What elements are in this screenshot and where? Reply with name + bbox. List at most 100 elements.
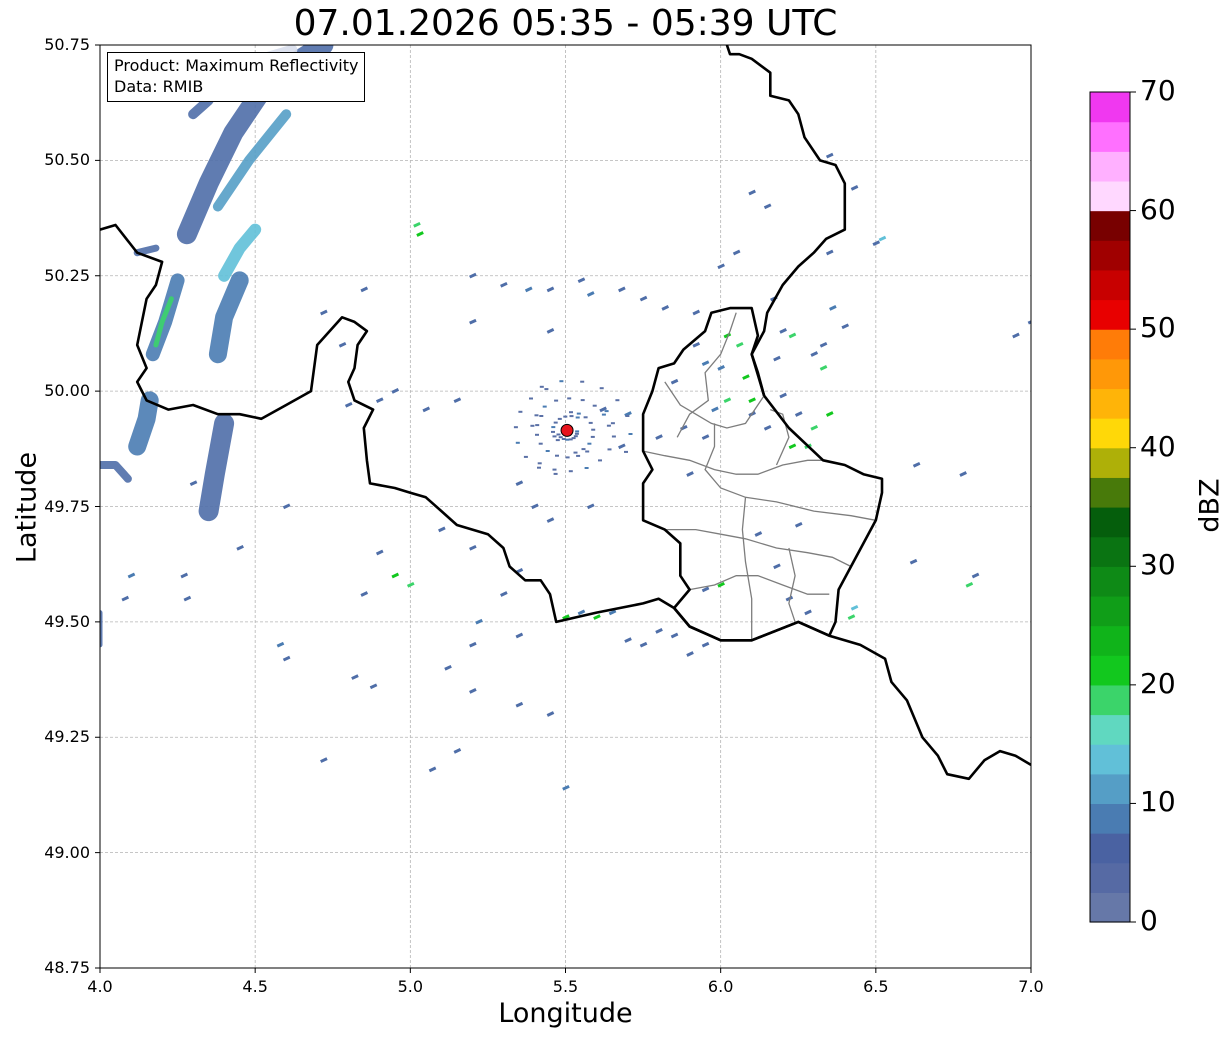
- colorbar-swatch: [1090, 240, 1130, 271]
- colorbar-swatch: [1090, 862, 1130, 893]
- x-tick-label: 4.0: [87, 977, 113, 996]
- clutter-cell: [604, 410, 609, 413]
- clutter-cell: [565, 438, 570, 441]
- clutter-cell: [575, 430, 580, 433]
- colorbar-swatch: [1090, 536, 1130, 567]
- clutter-cell: [551, 426, 556, 429]
- clutter-cell: [599, 387, 604, 390]
- clutter-cell: [607, 448, 612, 451]
- clutter-cell: [598, 459, 602, 462]
- colorbar-swatch: [1090, 121, 1130, 152]
- y-tick-label: 50.50: [44, 150, 90, 170]
- colorbar-swatch: [1090, 595, 1130, 627]
- colorbar-swatch: [1090, 447, 1130, 478]
- clutter-cell: [518, 410, 523, 413]
- clutter-cell: [535, 424, 540, 427]
- colorbar-swatch: [1090, 477, 1130, 508]
- colorbar-tick-label: 30: [1140, 548, 1176, 582]
- clutter-cell: [611, 435, 616, 438]
- colorbar-swatch: [1090, 892, 1130, 923]
- clutter-cell: [574, 432, 579, 435]
- radar-site-marker: [560, 423, 574, 437]
- clutter-cell: [563, 415, 568, 418]
- colorbar-swatch: [1090, 655, 1130, 686]
- colorbar-swatch: [1090, 92, 1130, 123]
- x-tick-label: 7.0: [1018, 977, 1044, 996]
- data-source-info: Data: RMIB: [114, 77, 204, 96]
- clutter-cell: [544, 388, 549, 391]
- x-tick-label: 5.0: [397, 977, 424, 996]
- clutter-cell: [534, 414, 539, 417]
- clutter-cell: [553, 472, 558, 475]
- colorbar-swatch: [1090, 714, 1130, 745]
- colorbar-tick-label: 20: [1140, 666, 1176, 700]
- clutter-cell: [555, 439, 560, 442]
- clutter-cell: [588, 421, 593, 424]
- colorbar-tick-label: 70: [1140, 74, 1176, 107]
- y-tick-label: 49.00: [44, 842, 90, 862]
- clutter-cell: [568, 470, 573, 473]
- clutter-cell: [573, 435, 578, 438]
- y-tick-label: 50.75: [44, 35, 90, 54]
- clutter-cell: [580, 399, 585, 402]
- clutter-cell: [542, 405, 547, 408]
- colorbar-swatch: [1090, 210, 1130, 241]
- info-box: Product: Maximum Reflectivity Data: RMIB: [107, 52, 366, 102]
- colorbar-swatch: [1090, 180, 1130, 212]
- clutter-cell: [580, 380, 585, 383]
- colorbar-swatch: [1090, 744, 1130, 775]
- colorbar-swatch: [1090, 566, 1130, 597]
- colorbar-swatch: [1090, 803, 1130, 834]
- clutter-cell: [537, 466, 541, 469]
- colorbar-swatch: [1090, 418, 1130, 449]
- clutter-cell: [535, 433, 539, 436]
- clutter-cell: [538, 442, 543, 445]
- colorbar-swatch: [1090, 299, 1130, 330]
- clutter-cell: [552, 435, 557, 438]
- colorbar-tick-label: 40: [1140, 429, 1176, 463]
- colorbar-swatch: [1090, 388, 1130, 419]
- colorbar-swatch: [1090, 358, 1130, 390]
- clutter-cell: [576, 412, 581, 415]
- clutter-cell: [555, 454, 559, 457]
- clutter-cell: [584, 467, 589, 469]
- colorbar-swatch: [1090, 507, 1130, 538]
- clutter-cell: [615, 399, 620, 402]
- y-tick-label: 48.75: [44, 958, 90, 977]
- x-axis-label: Longitude: [498, 998, 633, 1029]
- clutter-cell: [556, 433, 561, 436]
- x-tick-label: 6.5: [863, 977, 889, 996]
- radar-map-svg: [95, 44, 1136, 973]
- colorbar: [1089, 91, 1136, 923]
- clutter-cell: [559, 380, 564, 383]
- clutter-cell: [553, 421, 558, 424]
- clutter-cell: [551, 430, 555, 433]
- clutter-cell: [585, 450, 590, 453]
- radar-site-dot: [560, 423, 574, 437]
- map-title: 07.01.2026 05:35 - 05:39 UTC: [293, 3, 838, 44]
- clutter-cell: [625, 415, 630, 417]
- colorbar-swatch: [1090, 269, 1130, 301]
- clutter-cell: [575, 416, 580, 419]
- echo-band: [133, 244, 160, 257]
- clutter-cell: [513, 426, 518, 429]
- y-tick-label: 49.25: [44, 727, 90, 747]
- clutter-cell: [624, 450, 628, 453]
- colorbar-tick-label: 50: [1140, 311, 1176, 345]
- y-tick-label: 49.75: [44, 496, 90, 516]
- clutter-cell: [529, 397, 533, 400]
- clutter-cell: [583, 416, 588, 419]
- clutter-cell: [606, 424, 611, 427]
- clutter-cell: [539, 415, 544, 417]
- y-tick-label: 50.25: [44, 265, 90, 285]
- clutter-cell: [576, 454, 581, 457]
- y-tick-label: 49.50: [44, 611, 90, 631]
- colorbar-swatch: [1090, 151, 1130, 182]
- clutter-cell: [569, 415, 574, 418]
- clutter-cell: [590, 435, 595, 438]
- clutter-cell: [569, 411, 573, 414]
- product-info: Product: Maximum Reflectivity: [114, 56, 359, 75]
- clutter-cell: [557, 417, 562, 420]
- clutter-cell: [530, 424, 535, 427]
- colorbar-swatch: [1090, 625, 1130, 656]
